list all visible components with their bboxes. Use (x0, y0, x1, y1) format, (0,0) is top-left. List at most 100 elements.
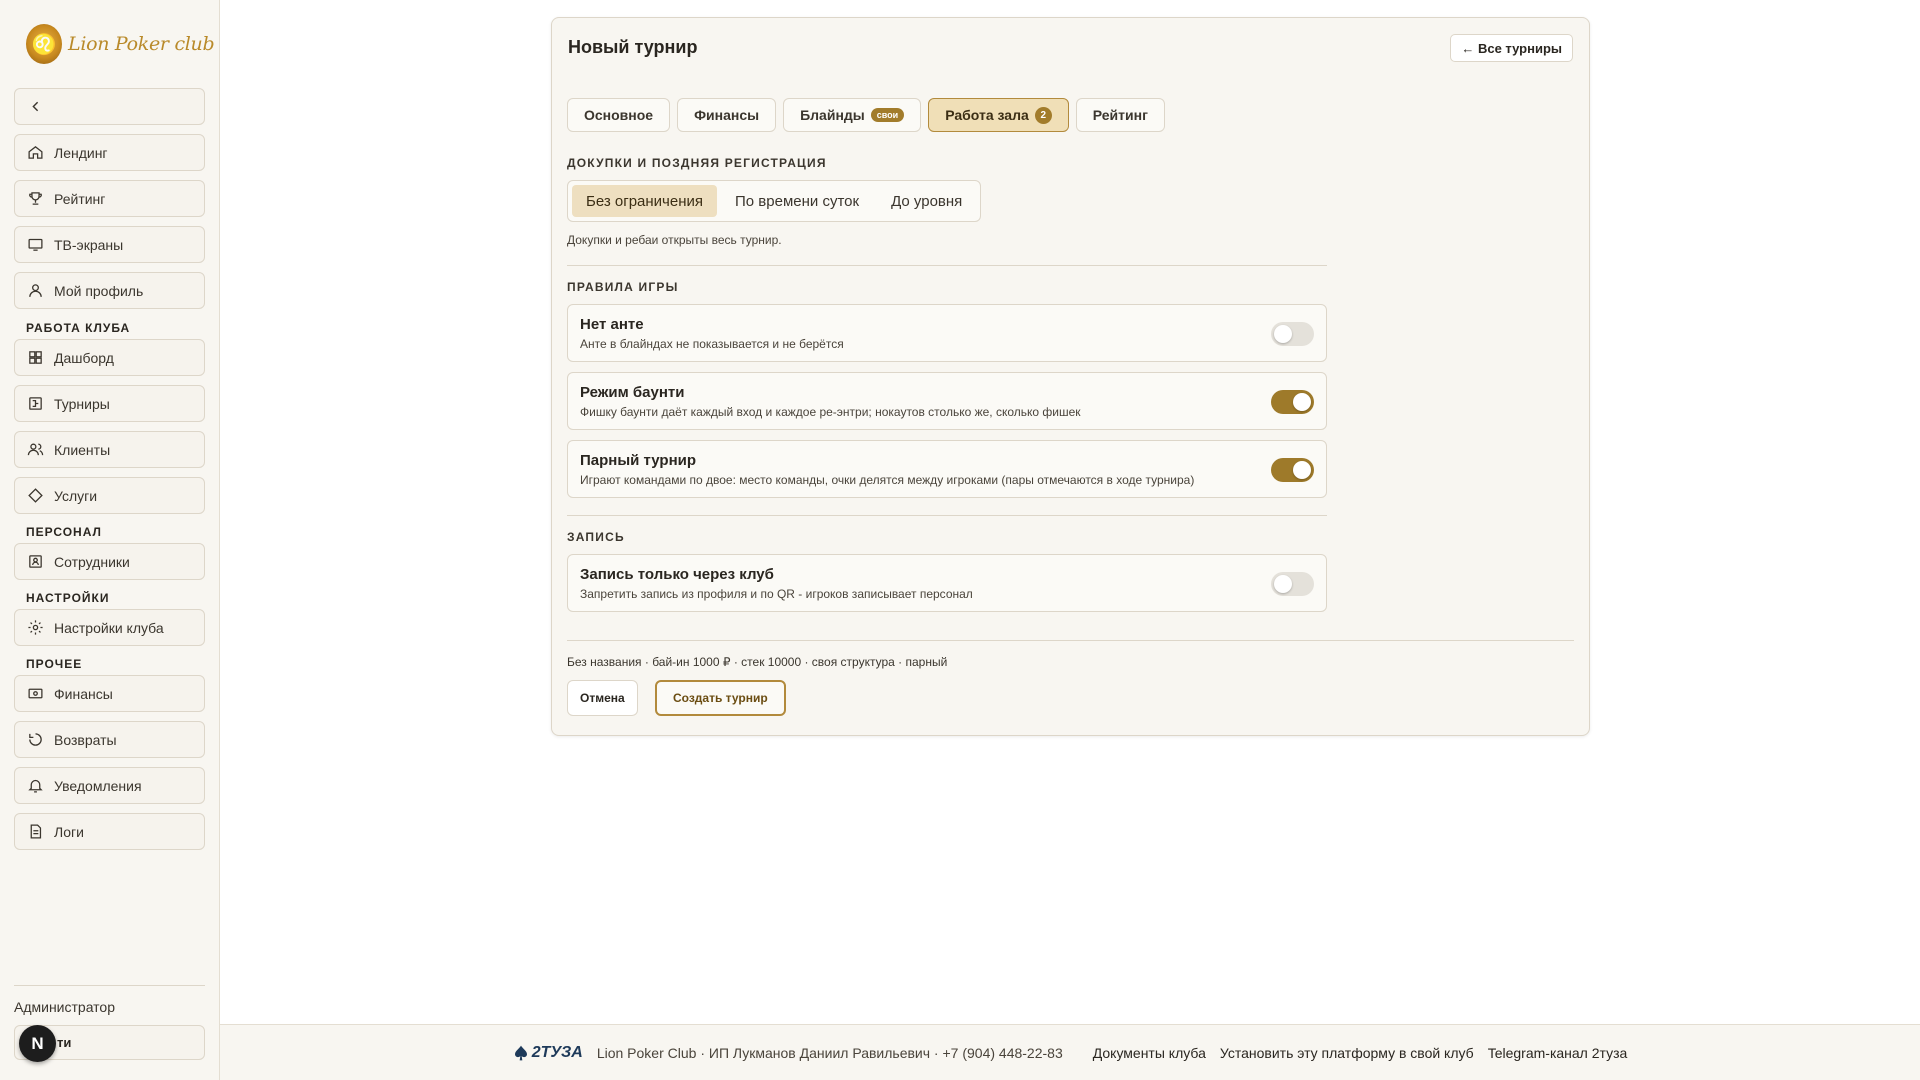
option-title: Запись только через клуб (580, 566, 774, 583)
tab-label: Работа зала (945, 107, 1029, 123)
rebuy-option-time[interactable]: По времени суток (721, 185, 873, 217)
sidebar-item-profile[interactable]: Мой профиль (14, 272, 205, 309)
bounty-toggle[interactable] (1271, 390, 1314, 414)
chevron-left-icon (32, 101, 39, 112)
user-role: Администратор (14, 999, 116, 1015)
user-icon (29, 284, 42, 297)
sidebar-item-dashboard[interactable]: Дашборд (14, 339, 205, 376)
sidebar-item-label: Возвраты (54, 731, 117, 748)
sidebar-item-refunds[interactable]: Возвраты (14, 721, 205, 758)
section-settings: НАСТРОЙКИ (26, 591, 110, 605)
footer: 2ТУЗА Lion Poker Club · ИП Лукманов Дани… (220, 1024, 1920, 1080)
sidebar-item-label: Рейтинг (54, 190, 106, 207)
home-icon (28, 146, 43, 159)
section-registration-title: ЗАПИСЬ (567, 530, 625, 544)
grid-icon (29, 351, 42, 364)
tab-finance[interactable]: Финансы (677, 98, 777, 132)
sidebar-item-finance[interactable]: Финансы (14, 675, 205, 712)
sidebar-item-label: Лендинг (54, 144, 108, 161)
option-title: Режим баунти (580, 384, 685, 401)
tab-label: Рейтинг (1092, 107, 1148, 123)
club-logo[interactable]: ♌ Lion Poker club (26, 24, 215, 64)
sidebar: ♌ Lion Poker club Лендинг Рейтинг ТВ-экр… (0, 0, 220, 1080)
sidebar-item-label: ТВ-экраны (54, 236, 124, 253)
collapse-sidebar-button[interactable] (14, 88, 205, 125)
toggle-knob (1274, 325, 1292, 343)
divider (567, 515, 1327, 516)
toggle-knob (1293, 393, 1311, 411)
rebuy-option-level[interactable]: До уровня (877, 185, 976, 217)
id-card-icon (29, 555, 42, 568)
sidebar-item-rating[interactable]: Рейтинг (14, 180, 205, 217)
lion-logo-icon: ♌ (26, 24, 62, 64)
sidebar-item-club-settings[interactable]: Настройки клуба (14, 609, 205, 646)
tab-badge: 2 (1034, 106, 1052, 124)
document-icon (30, 824, 42, 839)
tab-label: Основное (584, 107, 654, 123)
sidebar-item-label: Логи (54, 823, 84, 840)
rebuy-mode-selector: Без ограничения По времени суток До уров… (567, 180, 982, 222)
sidebar-item-tv-screens[interactable]: ТВ-экраны (14, 226, 205, 263)
banknote-icon (28, 688, 43, 699)
sidebar-item-label: Мой профиль (54, 282, 144, 299)
sidebar-item-logs[interactable]: Логи (14, 813, 205, 850)
tab-basic[interactable]: Основное (567, 98, 671, 132)
cancel-button[interactable]: Отмена (567, 680, 638, 716)
option-pair-tournament: Парный турнир Играют командами по двое: … (567, 440, 1327, 498)
option-title: Нет анте (580, 316, 644, 333)
avatar[interactable]: N (19, 1025, 56, 1062)
tab-blinds[interactable]: Блайнды свои (783, 98, 922, 132)
sidebar-divider (14, 985, 205, 986)
monitor-icon (28, 238, 43, 251)
tab-rating[interactable]: Рейтинг (1075, 98, 1165, 132)
page-title: Новый турнир (568, 37, 698, 57)
divider (567, 640, 1574, 641)
option-description: Запретить запись из профиля и по QR - иг… (580, 587, 973, 601)
no-ante-toggle[interactable] (1271, 322, 1314, 346)
logo-text: Lion Poker club (68, 33, 215, 55)
option-description: Анте в блайндах не показывается и не бер… (580, 337, 844, 351)
all-tournaments-button[interactable]: ← Все турниры (1450, 34, 1573, 62)
tournament-icon (29, 397, 42, 410)
tournament-summary: Без названия · бай-ин 1000 ₽ · стек 1000… (567, 655, 948, 669)
sidebar-item-services[interactable]: Услуги (14, 477, 205, 514)
tab-hall-work[interactable]: Работа зала 2 (928, 98, 1069, 132)
section-club-work: РАБОТА КЛУБА (26, 321, 131, 335)
spade-icon (514, 1045, 527, 1060)
tabs: Основное Финансы Блайнды свои Работа зала… (567, 98, 1165, 132)
option-description: Фишку баунти даёт каждый вход и каждое р… (580, 405, 1081, 419)
section-staff: ПЕРСОНАЛ (26, 525, 102, 539)
brand-logo[interactable]: 2ТУЗА (513, 1044, 583, 1062)
diamond-icon (28, 488, 43, 503)
sidebar-item-label: Турниры (54, 395, 110, 412)
sidebar-item-landing[interactable]: Лендинг (14, 134, 205, 171)
sidebar-item-label: Настройки клуба (54, 619, 164, 636)
toggle-knob (1274, 575, 1292, 593)
toggle-knob (1293, 461, 1311, 479)
brand-name: 2ТУЗА (531, 1043, 583, 1061)
create-tournament-button[interactable]: Создать турнир (655, 680, 786, 716)
trophy-icon (29, 192, 42, 205)
footer-link-install-platform[interactable]: Установить эту платформу в свой клуб (1220, 1045, 1474, 1061)
rebuy-option-unlimited[interactable]: Без ограничения (572, 185, 718, 217)
sidebar-item-tournaments[interactable]: Турниры (14, 385, 205, 422)
footer-info: Lion Poker Club · ИП Лукманов Даниил Рав… (596, 1044, 1063, 1061)
pair-tournament-toggle[interactable] (1271, 458, 1314, 482)
sidebar-item-staff[interactable]: Сотрудники (14, 543, 205, 580)
sidebar-item-notifications[interactable]: Уведомления (14, 767, 205, 804)
option-no-ante: Нет анте Анте в блайндах не показывается… (567, 304, 1327, 362)
divider (567, 265, 1327, 266)
sidebar-item-label: Финансы (54, 685, 113, 702)
option-description: Играют командами по двое: место команды,… (580, 473, 1195, 487)
sidebar-item-label: Услуги (54, 487, 98, 504)
refresh-icon (29, 733, 42, 746)
footer-link-telegram[interactable]: Telegram-канал 2туза (1488, 1045, 1628, 1061)
users-icon (27, 443, 44, 456)
bell-icon (28, 779, 43, 793)
section-rules-title: ПРАВИЛА ИГРЫ (567, 280, 679, 294)
section-rebuy-title: ДОКУПКИ И ПОЗДНЯЯ РЕГИСТРАЦИЯ (567, 156, 827, 170)
footer-link-documents[interactable]: Документы клуба (1093, 1045, 1206, 1061)
sidebar-item-clients[interactable]: Клиенты (14, 431, 205, 468)
club-only-registration-toggle[interactable] (1271, 572, 1314, 596)
tab-badge: свои (870, 108, 905, 122)
